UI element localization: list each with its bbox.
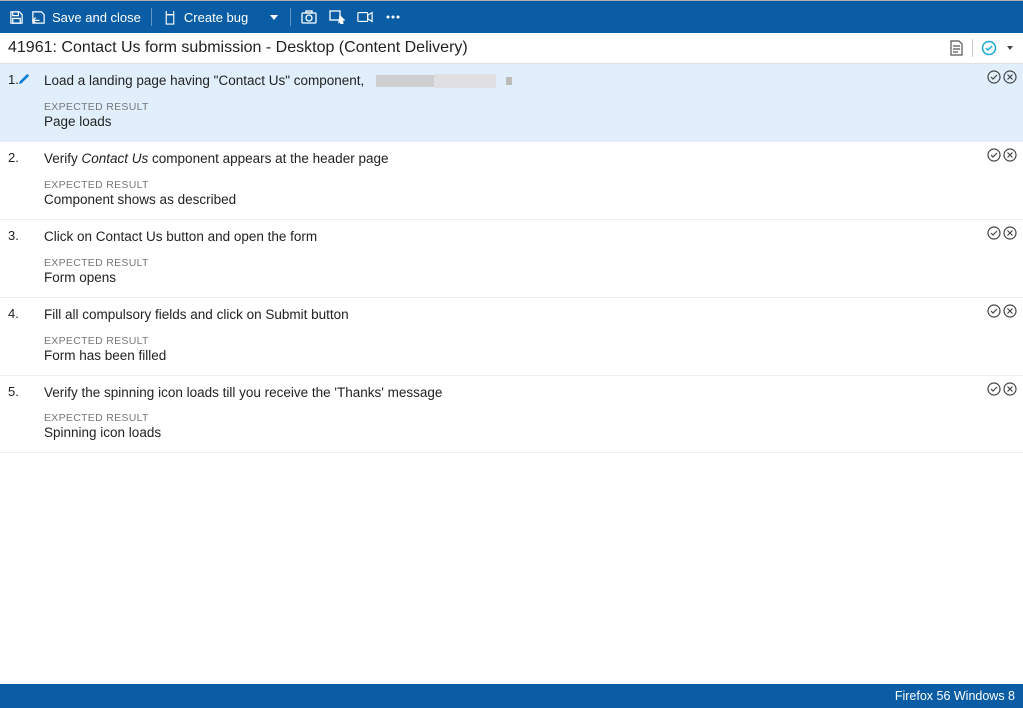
fail-step-icon[interactable] [1003, 226, 1017, 240]
title-actions [949, 39, 1013, 57]
page-title: 41961: Contact Us form submission - Desk… [8, 39, 468, 57]
toolbar: Save and close Create bug [0, 1, 1023, 33]
pass-step-icon[interactable] [987, 148, 1001, 162]
pass-step-icon[interactable] [987, 382, 1001, 396]
create-bug-dropdown[interactable] [264, 9, 280, 25]
test-step[interactable]: 4. Fill all compulsory fields and click … [0, 298, 1023, 376]
create-bug-label: Create bug [184, 10, 248, 25]
step-number: 1. [8, 72, 28, 129]
step-instruction: Fill all compulsory fields and click on … [44, 306, 1013, 325]
expected-result: Form has been filled [44, 348, 1013, 363]
fail-step-icon[interactable] [1003, 148, 1017, 162]
toolbar-separator [290, 8, 291, 26]
step-instruction: Load a landing page having "Contact Us" … [44, 72, 1013, 91]
pass-step-icon[interactable] [987, 226, 1001, 240]
save-close-icon [30, 9, 46, 25]
save-and-close-button[interactable]: Save and close [30, 1, 141, 33]
step-number: 4. [8, 306, 28, 363]
save-close-label: Save and close [52, 10, 141, 25]
create-bug-icon [162, 9, 178, 25]
record-icon[interactable] [357, 9, 373, 25]
expected-result: Component shows as described [44, 192, 1013, 207]
fail-step-icon[interactable] [1003, 382, 1017, 396]
steps-list: 1. Load a landing page having "Contact U… [0, 64, 1023, 684]
notes-icon[interactable] [949, 40, 964, 56]
expected-label: EXPECTED RESULT [44, 257, 1013, 269]
redacted-text [506, 77, 512, 85]
status-text: Firefox 56 Windows 8 [895, 689, 1015, 703]
expected-result: Form opens [44, 270, 1013, 285]
pass-all-icon[interactable] [981, 40, 997, 56]
outcome-dropdown-icon[interactable] [1007, 46, 1013, 50]
save-icon[interactable] [8, 9, 24, 25]
status-bar: Firefox 56 Windows 8 [0, 684, 1023, 708]
test-step[interactable]: 3. Click on Contact Us button and open t… [0, 220, 1023, 298]
test-step[interactable]: 2. Verify Contact Us component appears a… [0, 142, 1023, 220]
fail-step-icon[interactable] [1003, 70, 1017, 84]
step-number: 2. [8, 150, 28, 207]
test-step[interactable]: 5. Verify the spinning icon loads till y… [0, 376, 1023, 454]
expected-result: Spinning icon loads [44, 425, 1013, 440]
toolbar-separator [151, 8, 152, 26]
pass-step-icon[interactable] [987, 304, 1001, 318]
step-number: 5. [8, 384, 28, 441]
expected-label: EXPECTED RESULT [44, 101, 1013, 113]
step-instruction: Click on Contact Us button and open the … [44, 228, 1013, 247]
step-instruction: Verify Contact Us component appears at t… [44, 150, 1013, 169]
expected-result: Page loads [44, 114, 1013, 129]
more-icon[interactable] [385, 9, 401, 25]
expected-label: EXPECTED RESULT [44, 179, 1013, 191]
expected-label: EXPECTED RESULT [44, 412, 1013, 424]
screenshot-icon[interactable] [301, 9, 317, 25]
step-number: 3. [8, 228, 28, 285]
expected-label: EXPECTED RESULT [44, 335, 1013, 347]
pass-step-icon[interactable] [987, 70, 1001, 84]
title-separator [972, 39, 973, 57]
title-row: 41961: Contact Us form submission - Desk… [0, 33, 1023, 64]
test-step[interactable]: 1. Load a landing page having "Contact U… [0, 64, 1023, 142]
fail-step-icon[interactable] [1003, 304, 1017, 318]
step-instruction: Verify the spinning icon loads till you … [44, 384, 1013, 403]
redacted-text [376, 75, 434, 87]
create-bug-button[interactable]: Create bug [162, 1, 248, 33]
capture-action-icon[interactable] [329, 9, 345, 25]
redacted-text [434, 74, 496, 88]
